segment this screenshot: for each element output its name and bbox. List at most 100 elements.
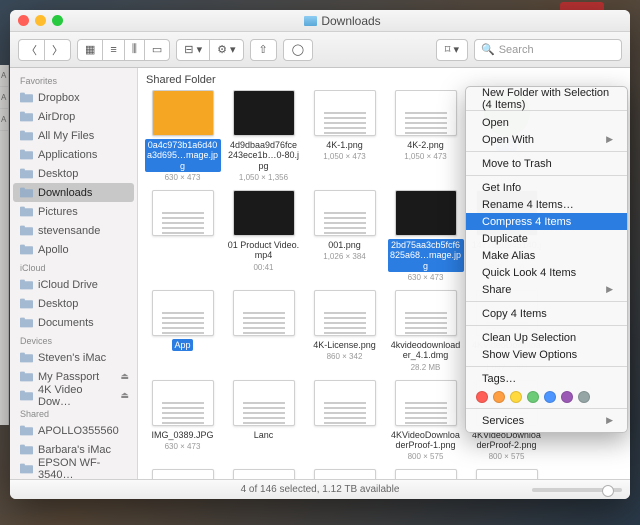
file-item[interactable]: 4K-License.png860 × 342	[304, 290, 385, 372]
file-dimensions: 800 × 575	[489, 452, 525, 461]
file-name: 01 Product Video.mp4	[226, 239, 302, 262]
file-item[interactable]: USB-C.png800 × 240	[304, 469, 385, 479]
context-menu-item[interactable]: Get Info	[466, 179, 627, 196]
tag-color-dot[interactable]	[510, 391, 522, 403]
context-menu-item[interactable]: Compress 4 Items	[466, 213, 627, 230]
file-item[interactable]: IMG_0389.JPG630 × 473	[142, 380, 223, 462]
arrange-segment: ⊟ ▾ ⚙ ▾	[176, 39, 243, 61]
sidebar-item[interactable]: Apollo	[10, 240, 137, 259]
file-item[interactable]: 001.png1,026 × 384	[304, 190, 385, 282]
tag-color-dot[interactable]	[561, 391, 573, 403]
zoom-slider[interactable]	[532, 488, 622, 492]
sidebar-item[interactable]: Desktop	[10, 164, 137, 183]
context-menu-item[interactable]: Services▶	[466, 412, 627, 429]
forward-button[interactable]: 〉	[45, 40, 70, 60]
sidebar-item[interactable]: Pictures	[10, 202, 137, 221]
status-text: 4 of 146 selected, 1.12 TB available	[241, 484, 400, 495]
eject-icon[interactable]: ⏏	[120, 390, 129, 401]
file-item[interactable]: 4KVideoDownloaderProof-2a.png800 × 575	[142, 469, 223, 479]
tag-color-dot[interactable]	[578, 391, 590, 403]
context-menu-item[interactable]: Clean Up Selection	[466, 329, 627, 346]
window-title: Downloads	[63, 14, 622, 28]
context-menu-item[interactable]: New Folder with Selection (4 Items)	[466, 90, 627, 107]
file-thumbnail	[233, 380, 295, 426]
minimize-button[interactable]	[35, 15, 46, 26]
sidebar-item[interactable]: APOLLO355560	[10, 421, 137, 440]
context-menu-item[interactable]: Quick Look 4 Items	[466, 264, 627, 281]
file-item[interactable]: September2016.pdf	[223, 469, 304, 479]
view-list-button[interactable]: ≡	[103, 40, 124, 60]
tag-color-dot[interactable]	[544, 391, 556, 403]
tag-color-dot[interactable]	[493, 391, 505, 403]
context-menu-item[interactable]: Share▶	[466, 281, 627, 298]
view-gallery-button[interactable]: ▭	[145, 40, 169, 60]
share-button[interactable]: ⇧	[250, 39, 277, 61]
file-dimensions: 630 × 473	[165, 173, 201, 182]
view-icons-button[interactable]: ▦	[78, 40, 103, 60]
file-item[interactable]: Lanc	[223, 380, 304, 462]
context-menu-item[interactable]: Open With▶	[466, 131, 627, 148]
sidebar-item[interactable]: Steven's iMac	[10, 348, 137, 367]
tags-button[interactable]: ◯	[283, 39, 313, 61]
context-menu-item[interactable]: Move to Trash	[466, 155, 627, 172]
sidebar-item-icon	[20, 244, 33, 255]
sidebar-item[interactable]: Desktop	[10, 294, 137, 313]
file-item[interactable]: 4K-3.png1,050 × 1,356	[385, 469, 466, 479]
tag-color-dot[interactable]	[476, 391, 488, 403]
file-item[interactable]	[304, 380, 385, 462]
view-mode-segment: ▦ ≡ ⫼ ▭	[77, 39, 170, 61]
sidebar-item[interactable]: Applications	[10, 145, 137, 164]
context-menu-item[interactable]: Copy 4 Items	[466, 305, 627, 322]
sidebar-item-label: Documents	[38, 317, 94, 329]
zoom-button[interactable]	[52, 15, 63, 26]
view-columns-button[interactable]: ⫼	[125, 40, 145, 60]
sidebar-item-icon	[20, 187, 33, 198]
file-item[interactable]: 4KVideoD er-1	[466, 469, 547, 479]
file-item[interactable]: 4K-2.png1,050 × 473	[385, 90, 466, 182]
sidebar-item-icon	[20, 390, 33, 401]
sidebar-item-label: Applications	[38, 149, 97, 161]
context-menu-item[interactable]: Duplicate	[466, 230, 627, 247]
sidebar-item-label: Apollo	[38, 244, 69, 256]
sidebar-item[interactable]: 4K Video Dow… ⏏	[10, 386, 137, 405]
sidebar-item[interactable]: AirDrop	[10, 107, 137, 126]
sidebar-item-label: Downloads	[38, 187, 92, 199]
sidebar-item[interactable]: EPSON WF-3540…	[10, 459, 137, 478]
file-item[interactable]: 01 Product Video.mp400:41	[223, 190, 304, 282]
search-input[interactable]: 🔍 Search	[474, 39, 622, 61]
file-item[interactable]: 4K-1.png1,050 × 473	[304, 90, 385, 182]
sidebar-item[interactable]: stevensande	[10, 221, 137, 240]
sidebar-item-label: 4K Video Dow…	[38, 384, 115, 408]
context-menu-item[interactable]: Open	[466, 114, 627, 131]
sidebar-item[interactable]: All My Files	[10, 126, 137, 145]
context-menu-item[interactable]: Make Alias	[466, 247, 627, 264]
file-name: IMG_0389.JPG	[149, 429, 215, 441]
file-item[interactable]: 4kvideodownloader_4.1.dmg28.2 MB	[385, 290, 466, 372]
context-menu-item[interactable]: Rename 4 Items…	[466, 196, 627, 213]
dropbox-toolbar-button[interactable]: ⌑ ▾	[436, 39, 468, 61]
tag-color-dot[interactable]	[527, 391, 539, 403]
sidebar-item[interactable]: Downloads	[13, 183, 134, 202]
titlebar[interactable]: Downloads	[10, 10, 630, 32]
file-item[interactable]: 2bd75aa3cb5fcf6825a68…mage.jpg630 × 473	[385, 190, 466, 282]
context-menu-item[interactable]: Show View Options	[466, 346, 627, 363]
file-item[interactable]: 4d9dbaa9d76fce243ece1b…0-80.jpg1,050 × 1…	[223, 90, 304, 182]
file-item[interactable]	[223, 290, 304, 372]
sidebar-item[interactable]: iCloud Drive	[10, 275, 137, 294]
close-button[interactable]	[18, 15, 29, 26]
context-menu-item[interactable]: Tags…	[466, 370, 627, 387]
desktop-background: 2016_hh_booklet. AAA Downloads 〈 〉 ▦ ≡	[0, 0, 640, 525]
file-thumbnail	[233, 190, 295, 236]
arrange-button[interactable]: ⊟ ▾	[177, 40, 210, 60]
sidebar-item[interactable]: Dropbox	[10, 88, 137, 107]
sidebar-item[interactable]: Documents	[10, 313, 137, 332]
eject-icon[interactable]: ⏏	[120, 371, 129, 382]
file-item[interactable]: 0a4c973b1a6d40a3d695…mage.jpg630 × 473	[142, 90, 223, 182]
file-item[interactable]: 4KVideoDownloaderProof-1.png800 × 575	[385, 380, 466, 462]
sidebar: FavoritesDropboxAirDropAll My FilesAppli…	[10, 68, 138, 479]
file-item[interactable]: App	[142, 290, 223, 372]
nav-back-forward: 〈 〉	[18, 39, 71, 61]
file-item[interactable]	[142, 190, 223, 282]
action-button[interactable]: ⚙ ▾	[210, 40, 242, 60]
back-button[interactable]: 〈	[19, 40, 45, 60]
